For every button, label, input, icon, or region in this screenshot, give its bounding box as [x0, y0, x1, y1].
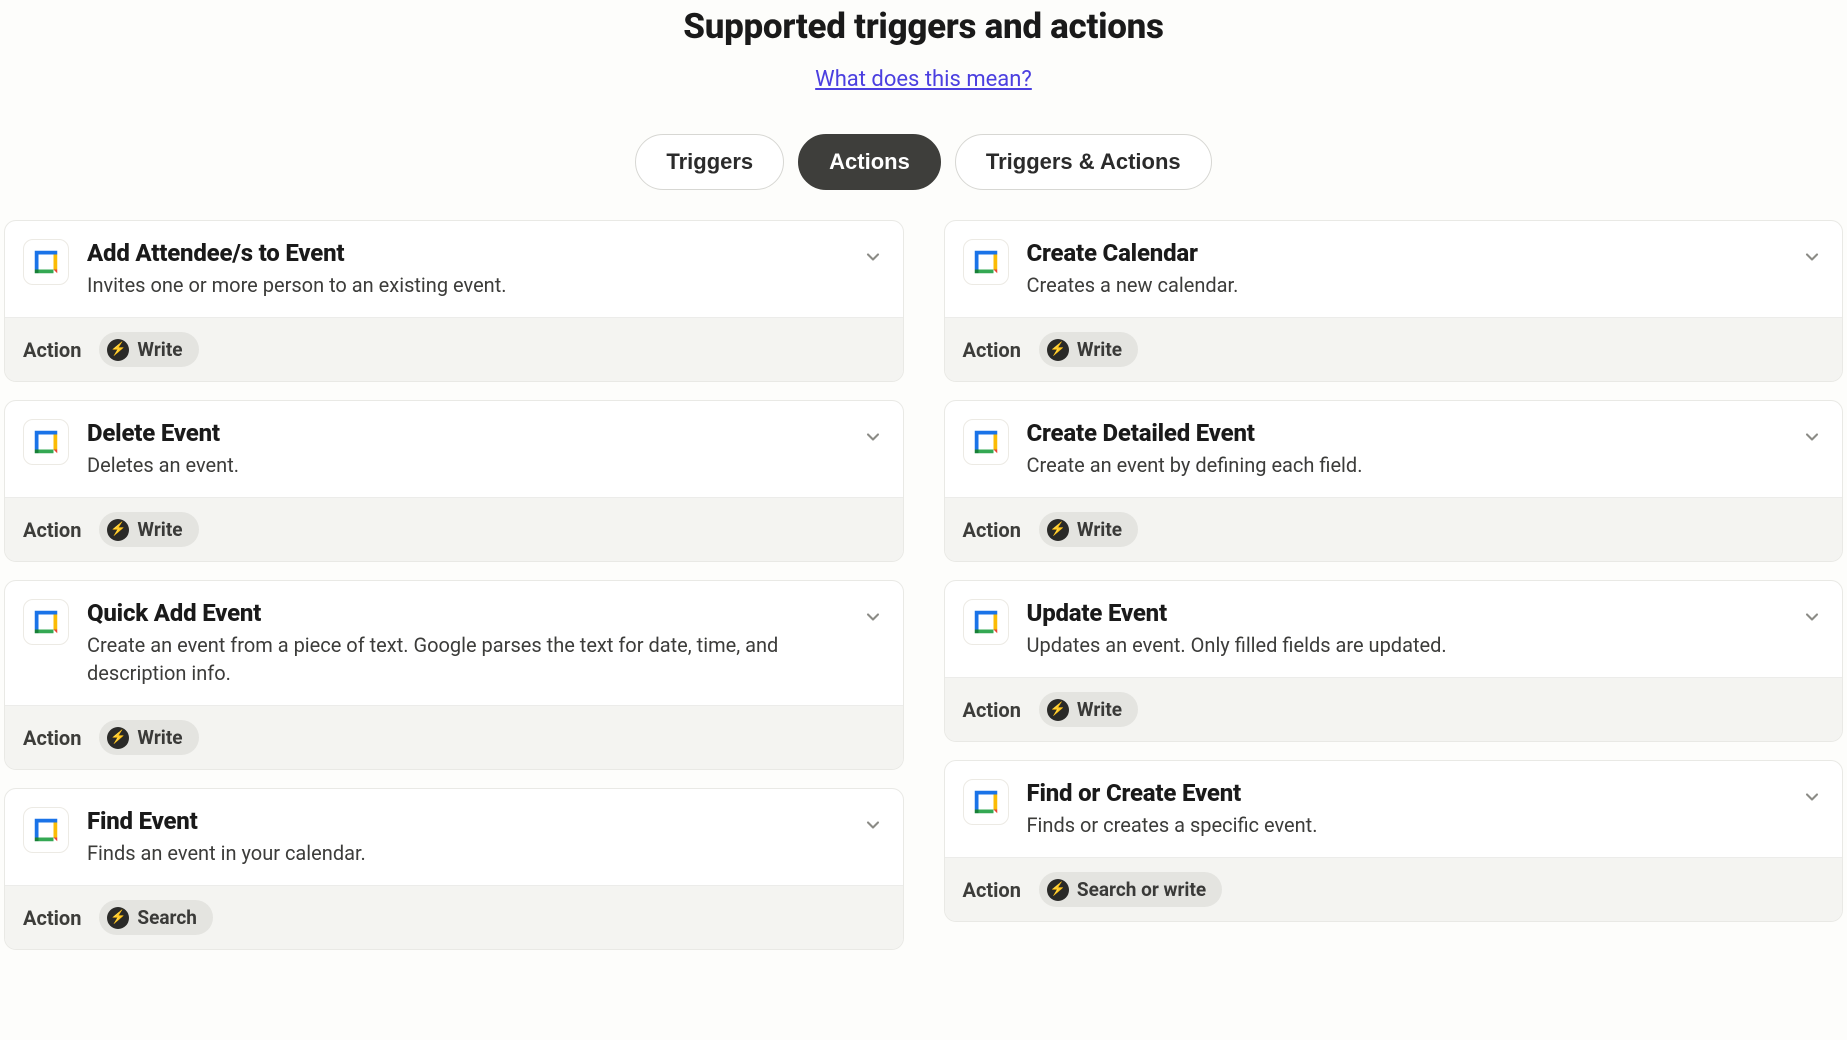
bolt-icon: ⚡ [1047, 879, 1069, 901]
filter-both[interactable]: Triggers & Actions [955, 134, 1212, 190]
google-calendar-icon [23, 239, 69, 285]
badge-text: Search [137, 906, 196, 929]
page-title: Supported triggers and actions [0, 6, 1847, 47]
action-card[interactable]: Update Event Updates an event. Only fill… [944, 580, 1844, 742]
bolt-icon: ⚡ [107, 519, 129, 541]
operation-badge: ⚡ Write [1039, 512, 1138, 547]
bolt-icon: ⚡ [1047, 519, 1069, 541]
chevron-down-icon [1800, 605, 1824, 629]
bolt-icon: ⚡ [107, 907, 129, 929]
google-calendar-icon [23, 599, 69, 645]
header: Supported triggers and actions What does… [0, 6, 1847, 110]
google-calendar-icon [963, 779, 1009, 825]
card-desc: Creates a new calendar. [1027, 271, 1783, 299]
chevron-down-icon [1800, 425, 1824, 449]
foot-label-action: Action [963, 338, 1021, 362]
google-calendar-icon [963, 239, 1009, 285]
action-card[interactable]: Quick Add Event Create an event from a p… [4, 580, 904, 770]
badge-text: Write [137, 726, 182, 749]
card-title: Add Attendee/s to Event [87, 239, 843, 267]
operation-badge: ⚡ Search or write [1039, 872, 1222, 907]
card-desc: Finds or creates a specific event. [1027, 811, 1783, 839]
foot-label-action: Action [23, 906, 81, 930]
foot-label-action: Action [963, 518, 1021, 542]
operation-badge: ⚡ Write [99, 720, 198, 755]
badge-text: Write [1077, 518, 1122, 541]
operation-badge: ⚡ Write [1039, 332, 1138, 367]
filter-triggers[interactable]: Triggers [635, 134, 784, 190]
chevron-down-icon [1800, 785, 1824, 809]
bolt-icon: ⚡ [107, 727, 129, 749]
bolt-icon: ⚡ [1047, 339, 1069, 361]
badge-text: Write [1077, 338, 1122, 361]
badge-text: Write [1077, 698, 1122, 721]
action-card[interactable]: Find Event Finds an event in your calend… [4, 788, 904, 950]
cards-column-left: Add Attendee/s to Event Invites one or m… [4, 220, 904, 950]
foot-label-action: Action [963, 878, 1021, 902]
action-card[interactable]: Create Detailed Event Create an event by… [944, 400, 1844, 562]
help-link[interactable]: What does this mean? [815, 67, 1032, 92]
filter-row: Triggers Actions Triggers & Actions [0, 134, 1847, 190]
card-title: Create Detailed Event [1027, 419, 1783, 447]
card-title: Delete Event [87, 419, 843, 447]
operation-badge: ⚡ Write [99, 332, 198, 367]
action-card[interactable]: Find or Create Event Finds or creates a … [944, 760, 1844, 922]
card-title: Update Event [1027, 599, 1783, 627]
card-title: Find or Create Event [1027, 779, 1783, 807]
card-desc: Finds an event in your calendar. [87, 839, 843, 867]
card-desc: Create an event by defining each field. [1027, 451, 1783, 479]
operation-badge: ⚡ Search [99, 900, 212, 935]
foot-label-action: Action [23, 726, 81, 750]
chevron-down-icon [861, 813, 885, 837]
operation-badge: ⚡ Write [1039, 692, 1138, 727]
badge-text: Write [137, 338, 182, 361]
badge-text: Search or write [1077, 878, 1206, 901]
chevron-down-icon [861, 245, 885, 269]
card-desc: Deletes an event. [87, 451, 843, 479]
google-calendar-icon [23, 419, 69, 465]
cards-grid: Add Attendee/s to Event Invites one or m… [0, 220, 1847, 950]
action-card[interactable]: Delete Event Deletes an event. Action ⚡ … [4, 400, 904, 562]
action-card[interactable]: Add Attendee/s to Event Invites one or m… [4, 220, 904, 382]
google-calendar-icon [23, 807, 69, 853]
foot-label-action: Action [23, 518, 81, 542]
action-card[interactable]: Create Calendar Creates a new calendar. … [944, 220, 1844, 382]
bolt-icon: ⚡ [1047, 699, 1069, 721]
card-title: Quick Add Event [87, 599, 843, 627]
foot-label-action: Action [963, 698, 1021, 722]
chevron-down-icon [861, 425, 885, 449]
card-title: Create Calendar [1027, 239, 1783, 267]
card-desc: Invites one or more person to an existin… [87, 271, 843, 299]
chevron-down-icon [1800, 245, 1824, 269]
operation-badge: ⚡ Write [99, 512, 198, 547]
cards-column-right: Create Calendar Creates a new calendar. … [944, 220, 1844, 922]
filter-actions[interactable]: Actions [798, 134, 941, 190]
card-desc: Updates an event. Only filled fields are… [1027, 631, 1783, 659]
foot-label-action: Action [23, 338, 81, 362]
badge-text: Write [137, 518, 182, 541]
google-calendar-icon [963, 419, 1009, 465]
google-calendar-icon [963, 599, 1009, 645]
card-title: Find Event [87, 807, 843, 835]
chevron-down-icon [861, 605, 885, 629]
bolt-icon: ⚡ [107, 339, 129, 361]
card-desc: Create an event from a piece of text. Go… [87, 631, 843, 687]
